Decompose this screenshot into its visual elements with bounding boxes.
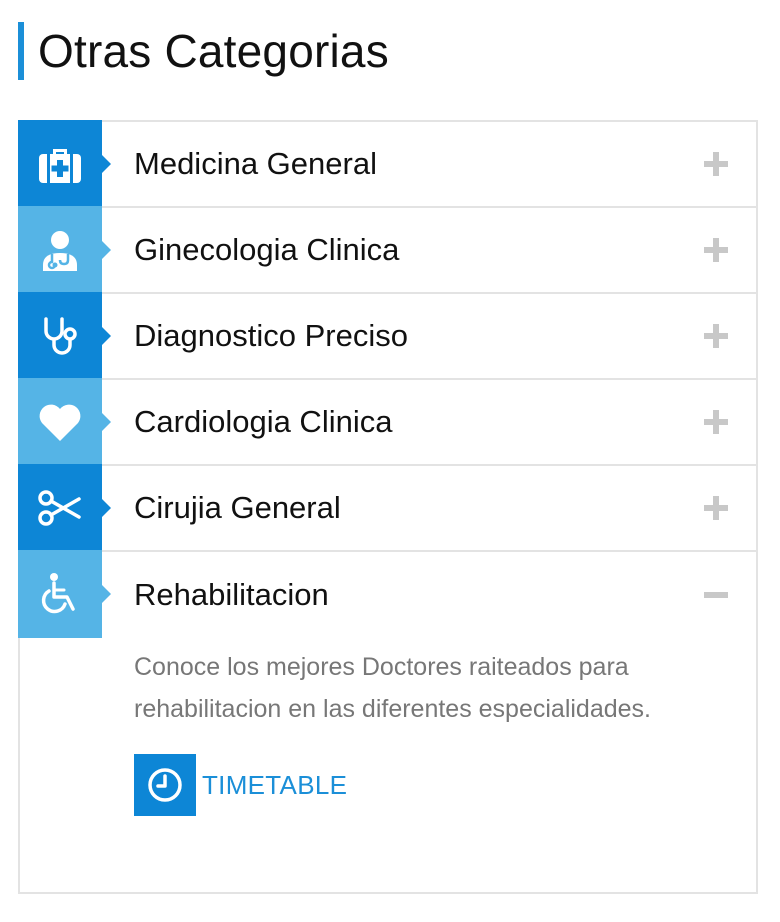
title-accent-bar — [18, 22, 24, 80]
plus-icon[interactable] — [704, 324, 728, 348]
accordion-item-medicina-general[interactable]: Medicina General — [18, 120, 756, 208]
plus-icon[interactable] — [704, 410, 728, 434]
item-label: Ginecologia Clinica — [134, 232, 400, 267]
heart-icon — [39, 404, 81, 441]
item-icon-box — [18, 464, 111, 552]
item-pointer — [102, 499, 111, 517]
item-pointer — [102, 155, 111, 173]
accordion-item-cirujia-general[interactable]: Cirujia General — [18, 464, 756, 552]
section-header: Otras Categorias — [18, 22, 389, 80]
minus-icon[interactable] — [704, 583, 728, 607]
item-pointer — [102, 327, 111, 345]
item-label: Cardiologia Clinica — [134, 404, 393, 439]
accordion-item-ginecologia-clinica[interactable]: Ginecologia Clinica — [18, 206, 756, 294]
wheelchair-icon — [41, 573, 75, 614]
item-label: Rehabilitacion — [134, 577, 329, 612]
accordion-item-diagnostico-preciso[interactable]: Diagnostico Preciso — [18, 292, 756, 380]
doctor-icon — [43, 231, 77, 271]
scissors-icon — [38, 490, 81, 526]
item-icon-box — [18, 550, 111, 638]
timetable-label: TIMETABLE — [202, 769, 348, 800]
rehabilitacion-panel: Conoce los mejores Doctores raiteados pa… — [20, 638, 756, 816]
item-label: Diagnostico Preciso — [134, 318, 408, 353]
plus-icon[interactable] — [704, 238, 728, 262]
item-pointer — [102, 241, 111, 259]
item-icon-box — [18, 120, 111, 208]
stethoscope-icon — [44, 317, 77, 355]
plus-icon[interactable] — [704, 152, 728, 176]
page-title: Otras Categorias — [38, 25, 389, 77]
medical-kit-icon — [39, 149, 81, 183]
item-icon-box — [18, 206, 111, 294]
accordion-item-cardiologia-clinica[interactable]: Cardiologia Clinica — [18, 378, 756, 466]
item-label: Cirujia General — [134, 490, 341, 525]
panel-description: Conoce los mejores Doctores raiteados pa… — [134, 653, 651, 723]
accordion-item-rehabilitacion[interactable]: Rehabilitacion — [18, 550, 756, 638]
categories-accordion: Medicina General Ginecologia Clinica Dia… — [18, 120, 758, 894]
item-label: Medicina General — [134, 146, 377, 181]
timetable-button[interactable]: TIMETABLE — [134, 754, 716, 816]
timetable-icon-box — [134, 754, 196, 816]
clock-icon — [148, 768, 182, 802]
item-pointer — [102, 413, 111, 431]
item-icon-box — [18, 378, 111, 466]
plus-icon[interactable] — [704, 496, 728, 520]
item-pointer — [102, 585, 111, 603]
item-icon-box — [18, 292, 111, 380]
